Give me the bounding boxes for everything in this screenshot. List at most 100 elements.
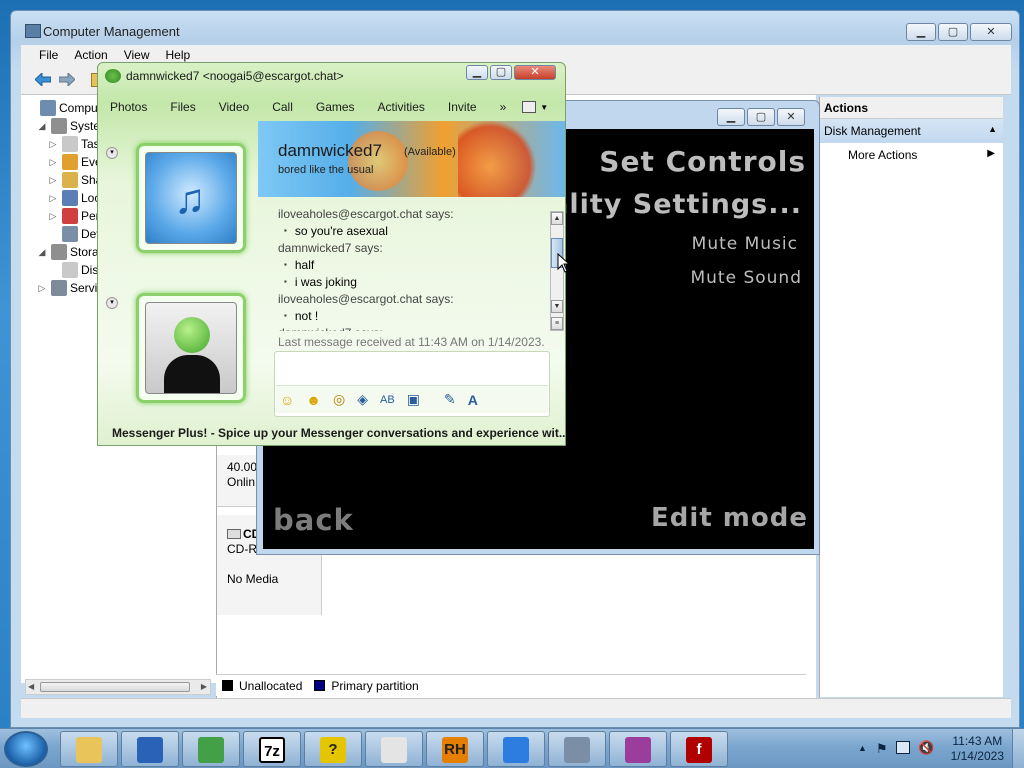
network-icon[interactable] xyxy=(896,741,910,754)
tab-files[interactable]: Files xyxy=(170,100,195,114)
menu-file[interactable]: File xyxy=(31,45,66,65)
taskbar-button-messenger[interactable] xyxy=(182,731,240,767)
tree-expander-icon[interactable]: ▷ xyxy=(36,283,48,294)
taskbar-button-7zip[interactable]: 7z xyxy=(243,731,301,767)
winrar-icon xyxy=(625,737,651,763)
tree-expander-icon[interactable]: ◢ xyxy=(36,247,48,258)
back-arrow-icon[interactable] xyxy=(35,73,51,86)
tab-activities[interactable]: Activities xyxy=(378,100,425,114)
wink-icon[interactable]: ☻ xyxy=(306,392,321,408)
tab-games[interactable]: Games xyxy=(316,100,355,114)
maximize-button[interactable]: ▢ xyxy=(938,23,968,41)
tree-expander-icon[interactable]: ▷ xyxy=(47,157,59,168)
taskbar-button-flash[interactable]: f xyxy=(670,731,728,767)
volume-muted-icon[interactable]: 🔇 xyxy=(918,740,934,756)
collapse-arrow-icon[interactable]: ▲ xyxy=(988,124,997,134)
menu-options-icon[interactable] xyxy=(522,101,537,113)
message-sender: iloveaholes@escargot.chat says: xyxy=(278,207,454,221)
tree-node-icon xyxy=(51,244,67,260)
cdrom-icon xyxy=(227,529,241,539)
action-center-flag-icon[interactable]: ⚑ xyxy=(876,741,888,757)
taskbar-button-help[interactable]: ? xyxy=(304,731,362,767)
actions-section-disk-management[interactable]: Disk Management ▲ xyxy=(820,119,1003,143)
message-sender: damnwicked7 says: xyxy=(278,241,383,255)
disk-size: 40.00 xyxy=(227,460,258,474)
contact-personal-message: bored like the usual xyxy=(278,164,374,176)
set-controls-option[interactable]: Set Controls xyxy=(599,145,806,178)
tree-node-icon xyxy=(62,208,78,224)
tree-node-icon xyxy=(62,172,78,188)
tree-expander-icon[interactable]: ▷ xyxy=(47,193,59,204)
scroll-up-button[interactable]: ▲ xyxy=(551,212,563,225)
messenger-conversation-window: damnwicked7 <noogai5@escargot.chat> ▁ ▢ … xyxy=(97,62,566,446)
messenger-toolbar: Photos Files Video Call Games Activities… xyxy=(98,95,565,119)
minimize-button[interactable]: ▁ xyxy=(906,23,936,41)
tree-expander-icon[interactable]: ▷ xyxy=(47,211,59,222)
formatting-toolbar: ☺ ☻ ◎ ◈ AB ▣ ✎ A xyxy=(276,385,548,413)
forward-arrow-icon[interactable] xyxy=(59,73,75,86)
game-close-button[interactable]: ✕ xyxy=(777,108,805,126)
more-actions-item[interactable]: More Actions ▶ xyxy=(820,143,1003,167)
taskbar-button-escargot[interactable] xyxy=(121,731,179,767)
taskbar-button-resource-hacker[interactable]: RH xyxy=(426,731,484,767)
messenger-buddy-icon xyxy=(105,69,121,83)
tab-video[interactable]: Video xyxy=(219,100,249,114)
message-text: not ! xyxy=(272,309,542,326)
help-icon: ? xyxy=(320,737,346,763)
ink-text-icon[interactable]: AB xyxy=(380,394,395,406)
tree-expander-icon[interactable]: ▷ xyxy=(47,139,59,150)
tree-horizontal-scrollbar[interactable]: ◀ ▶ xyxy=(25,679,211,695)
tree-node-icon xyxy=(62,154,78,170)
clock[interactable]: 11:43 AM 1/14/2023 xyxy=(951,734,1004,764)
tab-call[interactable]: Call xyxy=(272,100,293,114)
flash-icon: f xyxy=(686,737,712,763)
scroll-thumb[interactable] xyxy=(40,682,190,692)
disk-legend: Unallocated Primary partition xyxy=(216,674,806,696)
messenger-maximize-button[interactable]: ▢ xyxy=(490,65,512,80)
start-button[interactable] xyxy=(4,731,48,767)
pen-icon[interactable]: ✎ xyxy=(444,391,456,408)
messenger-plus-banner[interactable]: Messenger Plus! - Spice up your Messenge… xyxy=(98,421,565,445)
show-hidden-icons[interactable]: ▲ xyxy=(858,743,867,753)
emoticon-icon[interactable]: ☺ xyxy=(280,392,294,408)
edit-mode-option[interactable]: Edit mode xyxy=(651,503,808,533)
voice-clip-icon[interactable]: ◈ xyxy=(357,391,368,408)
last-message-timestamp: Last message received at 11:43 AM on 1/1… xyxy=(278,335,545,349)
close-button[interactable]: ✕ xyxy=(970,23,1012,41)
tab-photos[interactable]: Photos xyxy=(110,100,147,114)
taskbar-button-computer[interactable] xyxy=(548,731,606,767)
itunes-icon: ♫ xyxy=(145,152,237,244)
collapse-contact-icon[interactable]: ▾ xyxy=(106,147,118,159)
show-desktop-button[interactable] xyxy=(1012,729,1024,768)
scroll-end-button[interactable]: ≡ xyxy=(551,317,563,330)
game-caption-buttons: ▁ ▢ ✕ xyxy=(717,108,805,126)
mute-sound-option[interactable]: Mute Sound xyxy=(690,268,802,288)
background-icon[interactable]: ▣ xyxy=(407,391,420,408)
tree-expander-icon[interactable]: ▷ xyxy=(47,175,59,186)
taskbar-button-chrome[interactable] xyxy=(487,731,545,767)
scroll-down-button[interactable]: ▼ xyxy=(551,300,563,313)
explorer-icon xyxy=(76,737,102,763)
dropdown-arrow-icon[interactable]: ▼ xyxy=(540,103,548,112)
message-text: so you're asexual xyxy=(272,224,542,241)
mute-music-option[interactable]: Mute Music xyxy=(692,234,798,254)
collapse-self-icon[interactable]: ▾ xyxy=(106,297,118,309)
messenger-close-button[interactable]: ✕ xyxy=(514,65,556,80)
nudge-icon[interactable]: ◎ xyxy=(333,391,345,408)
game-minimize-button[interactable]: ▁ xyxy=(717,108,745,126)
taskbar-button-winrar[interactable] xyxy=(609,731,667,767)
back-option[interactable]: back xyxy=(273,503,354,537)
font-icon[interactable]: A xyxy=(468,392,478,408)
game-maximize-button[interactable]: ▢ xyxy=(747,108,775,126)
tab-invite[interactable]: Invite xyxy=(448,100,477,114)
more-tabs-button[interactable]: » xyxy=(500,100,507,114)
taskbar-button-explorer[interactable] xyxy=(60,731,118,767)
contact-display-picture: ♫ xyxy=(136,143,246,253)
tree-expander-icon[interactable]: ◢ xyxy=(36,121,48,132)
messenger-minimize-button[interactable]: ▁ xyxy=(466,65,488,80)
taskbar-button-paint[interactable] xyxy=(365,731,423,767)
unallocated-swatch xyxy=(222,680,233,691)
chrome-icon xyxy=(503,737,529,763)
cdrom-type: CD-R xyxy=(227,542,257,556)
message-text: i was joking xyxy=(272,275,542,292)
